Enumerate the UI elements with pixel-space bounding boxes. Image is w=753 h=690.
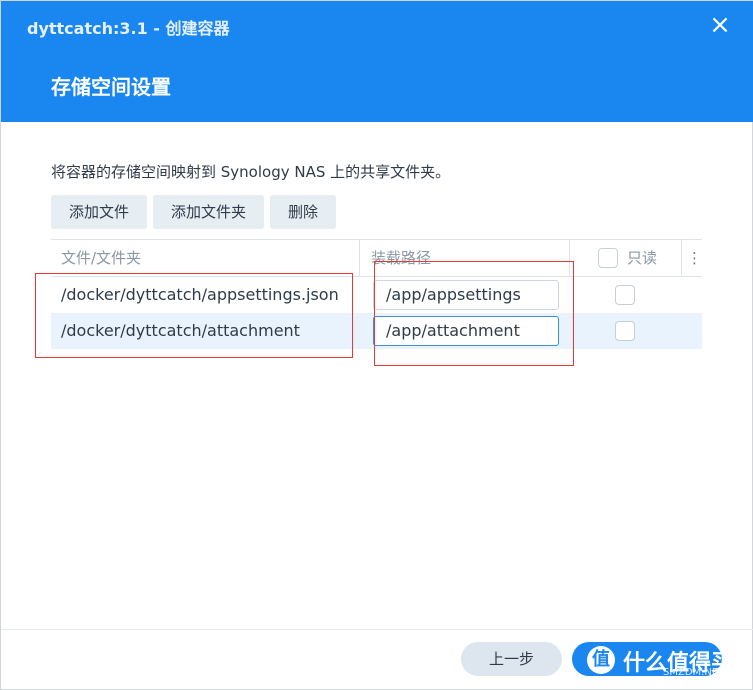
add-file-button[interactable]: 添加文件 [51, 195, 148, 229]
header-readonly: 只读 [627, 249, 658, 267]
close-icon[interactable]: × [708, 12, 732, 38]
footer-divider [1, 629, 753, 630]
header-file-folder[interactable]: 文件/文件夹 [61, 240, 141, 276]
delete-button[interactable]: 删除 [270, 195, 337, 229]
dialog-header: dyttcatch:3.1 - 创建容器 × 存储空间设置 [1, 1, 753, 122]
watermark-logo-icon: 值 [587, 646, 615, 674]
column-menu-icon[interactable]: ⋮ [687, 240, 702, 276]
page-title: 存储空间设置 [51, 75, 171, 99]
previous-step-button[interactable]: 上一步 [461, 642, 562, 676]
watermark-domain: SMZDM.NET [663, 667, 725, 678]
readonly-checkbox[interactable] [615, 285, 635, 305]
description-text: 将容器的存储空间映射到 Synology NAS 上的共享文件夹。 [51, 163, 451, 181]
create-container-dialog: dyttcatch:3.1 - 创建容器 × 存储空间设置 将容器的存储空间映射… [0, 0, 753, 690]
select-all-readonly-checkbox[interactable] [598, 248, 618, 268]
column-divider[interactable] [359, 240, 360, 276]
window-title: dyttcatch:3.1 - 创建容器 [27, 19, 230, 38]
annotation-box-mount-path [374, 261, 574, 366]
readonly-checkbox[interactable] [615, 321, 635, 341]
annotation-box-host-path [35, 273, 353, 358]
add-folder-button[interactable]: 添加文件夹 [153, 195, 265, 229]
column-divider[interactable] [681, 240, 682, 276]
toolbar: 添加文件 添加文件夹 删除 [51, 195, 337, 229]
